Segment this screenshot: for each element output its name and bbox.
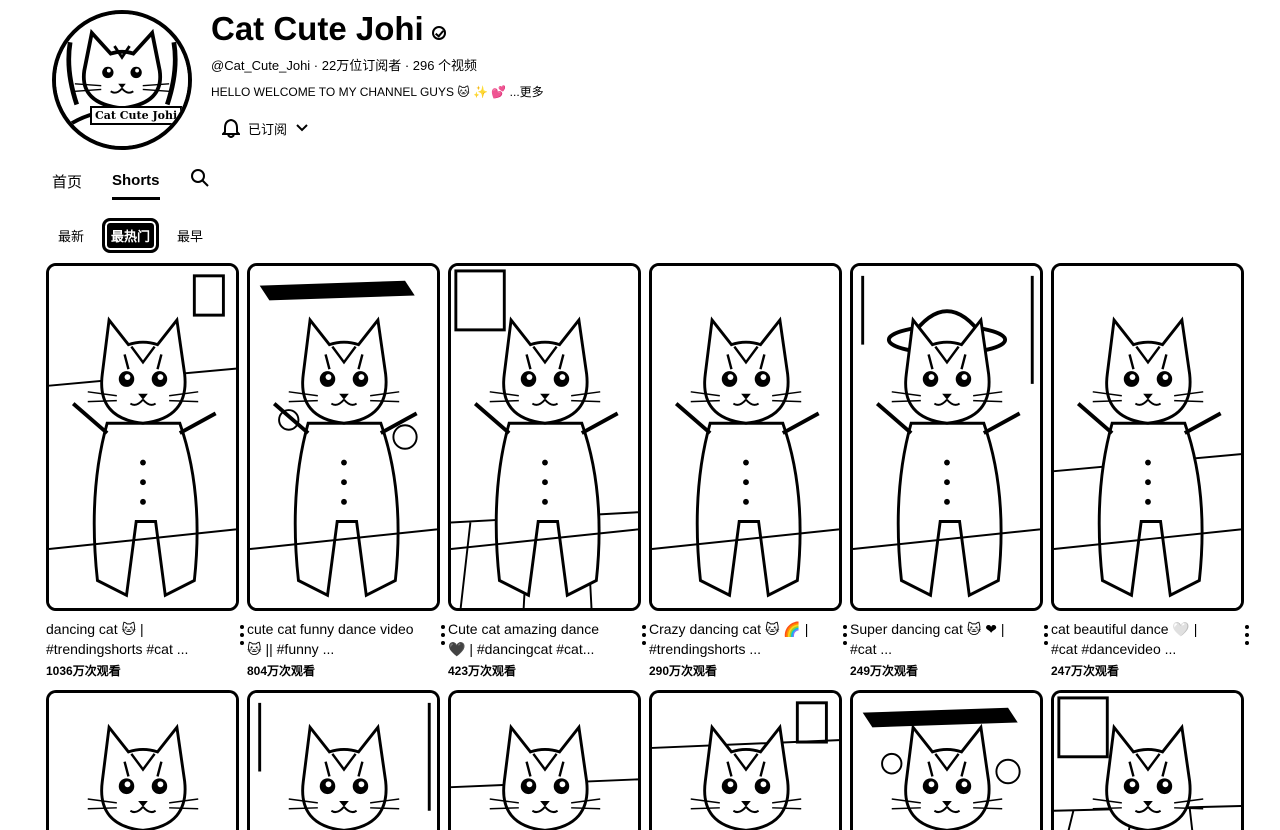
short-title[interactable]: Crazy dancing cat 🐱 🌈 | #trendingshorts …: [649, 619, 819, 659]
short-info: Super dancing cat 🐱 ❤ | #cat ... 249万次观看: [850, 611, 1048, 691]
short-views: 247万次观看: [1051, 664, 1120, 678]
short-views: 423万次观看: [448, 664, 517, 678]
channel-name: Cat Cute Johi: [211, 10, 424, 47]
short-card[interactable]: dancing cat 🐱 | #trendingshorts #cat ...…: [46, 263, 244, 691]
short-thumbnail[interactable]: [649, 263, 842, 611]
short-thumbnail[interactable]: [46, 263, 239, 611]
avatar-watermark: Cat Cute Johi: [90, 106, 183, 125]
short-card[interactable]: Cute cat amazing dance 🖤 | #dancingcat #…: [448, 263, 646, 691]
tab-home[interactable]: 首页: [52, 171, 82, 200]
short-info: cute cat funny dance video 🐱 || #funny .…: [247, 611, 445, 691]
short-info: Crazy dancing cat 🐱 🌈 | #trendingshorts …: [649, 611, 847, 691]
short-views: 249万次观看: [850, 664, 919, 678]
sort-chip-popular[interactable]: 最热门: [102, 218, 160, 253]
short-card[interactable]: [46, 690, 239, 830]
short-views: 290万次观看: [649, 664, 718, 678]
short-card[interactable]: Crazy dancing cat 🐱 🌈 | #trendingshorts …: [649, 263, 847, 691]
short-info: Cute cat amazing dance 🖤 | #dancingcat #…: [448, 611, 646, 691]
short-thumbnail[interactable]: [649, 690, 842, 830]
short-views: 804万次观看: [247, 664, 316, 678]
channel-title-row: Cat Cute Johi: [211, 10, 446, 48]
tab-shorts[interactable]: Shorts: [112, 172, 160, 200]
short-title[interactable]: Super dancing cat 🐱 ❤ | #cat ...: [850, 619, 1020, 659]
short-card[interactable]: [649, 690, 842, 830]
short-info: dancing cat 🐱 | #trendingshorts #cat ...…: [46, 611, 244, 691]
shorts-grid: dancing cat 🐱 | #trendingshorts #cat ...…: [46, 263, 1249, 691]
shorts-grid-row-2: [46, 690, 1244, 830]
channel-avatar[interactable]: Cat Cute Johi: [52, 10, 192, 150]
short-card[interactable]: [1051, 690, 1244, 830]
channel-description[interactable]: HELLO WELCOME TO MY CHANNEL GUYS 🐱 ✨ 💕 .…: [211, 83, 544, 100]
short-info: cat beautiful dance 🤍 | #cat #dancevideo…: [1051, 611, 1249, 691]
short-title[interactable]: cute cat funny dance video 🐱 || #funny .…: [247, 619, 417, 659]
short-thumbnail[interactable]: [247, 263, 440, 611]
sort-chip-oldest[interactable]: 最早: [171, 221, 209, 250]
short-card[interactable]: [247, 690, 440, 830]
sort-chips: 最新 最热门 最早: [52, 218, 209, 253]
chevron-down-icon: [295, 123, 309, 133]
short-thumbnail[interactable]: [1051, 690, 1244, 830]
short-card[interactable]: [850, 690, 1043, 830]
short-thumbnail[interactable]: [448, 263, 641, 611]
short-thumbnail[interactable]: [1051, 263, 1244, 611]
sort-chip-latest[interactable]: 最新: [52, 221, 90, 250]
verified-badge-icon: [431, 26, 446, 40]
short-card[interactable]: cat beautiful dance 🤍 | #cat #dancevideo…: [1051, 263, 1249, 691]
short-thumbnail[interactable]: [850, 263, 1043, 611]
short-thumbnail[interactable]: [46, 690, 239, 830]
more-vert-icon[interactable]: [1240, 625, 1254, 645]
subscribed-label: 已订阅: [248, 121, 288, 137]
short-card[interactable]: Super dancing cat 🐱 ❤ | #cat ... 249万次观看: [850, 263, 1048, 691]
short-thumbnail[interactable]: [850, 690, 1043, 830]
short-title[interactable]: dancing cat 🐱 | #trendingshorts #cat ...: [46, 619, 216, 659]
search-icon[interactable]: [190, 168, 210, 200]
short-card[interactable]: cute cat funny dance video 🐱 || #funny .…: [247, 263, 445, 691]
short-title[interactable]: Cute cat amazing dance 🖤 | #dancingcat #…: [448, 619, 618, 659]
channel-tabs: 首页 Shorts: [52, 168, 240, 200]
short-thumbnail[interactable]: [448, 690, 641, 830]
short-views: 1036万次观看: [46, 664, 121, 678]
short-title[interactable]: cat beautiful dance 🤍 | #cat #dancevideo…: [1051, 619, 1221, 659]
subscribed-button[interactable]: 已订阅: [222, 116, 309, 140]
short-card[interactable]: [448, 690, 641, 830]
short-thumbnail[interactable]: [247, 690, 440, 830]
bell-icon: [222, 118, 240, 138]
channel-meta: @Cat_Cute_Johi · 22万位订阅者 · 296 个视频: [211, 58, 478, 73]
